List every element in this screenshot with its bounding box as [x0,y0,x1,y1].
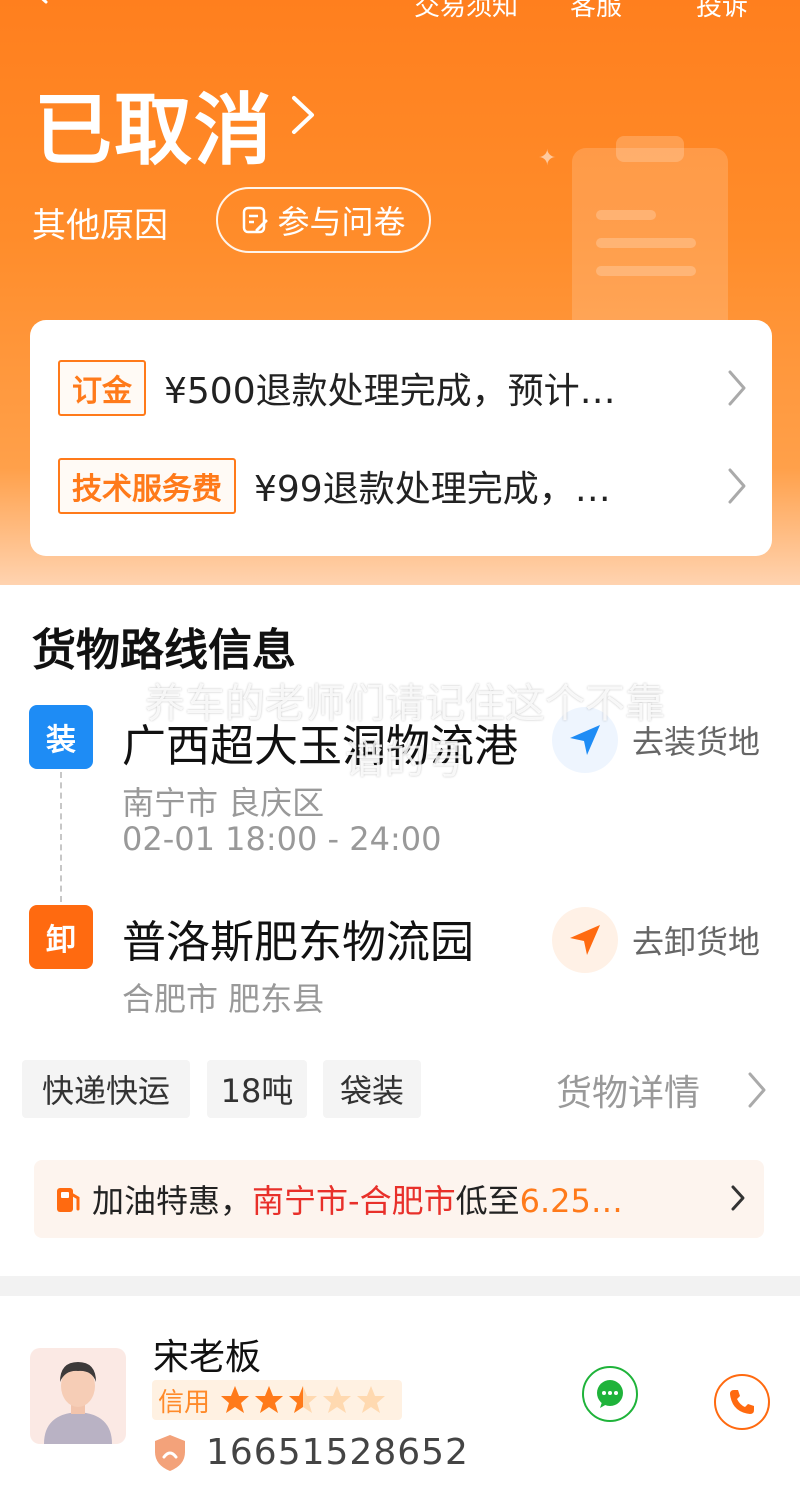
star-icon [255,1386,284,1413]
route-section-title: 货物路线信息 [32,625,296,676]
back-arrow-icon[interactable] [30,0,52,4]
navigate-to-load-button[interactable]: 去装货地 [552,705,772,775]
refund-text: ¥500退款处理完成，预计… [164,371,616,412]
survey-icon [243,206,268,234]
chevron-right-icon [728,370,746,406]
cargo-details-link[interactable]: 货物详情 [556,1064,700,1116]
navigation-icon [552,707,618,773]
star-icon [323,1386,352,1413]
customer-service-link[interactable]: 客服 [570,0,622,23]
survey-label: 参与问卷 [277,203,406,241]
phone-number: 16651528652 [206,1432,469,1473]
complaint-link[interactable]: 投诉 [696,0,748,23]
chevron-right-icon [728,468,746,504]
fuel-promo-banner[interactable]: 加油特惠，南宁市-合肥市低至6.25… [34,1160,764,1238]
navigation-icon [552,907,618,973]
call-button[interactable] [714,1374,770,1430]
route-connector [60,772,62,902]
chat-bubble-icon [597,1380,623,1408]
chevron-right-icon [731,1185,745,1211]
chevron-right-icon[interactable] [746,1070,768,1110]
fuel-promo-prefix: 加油特惠， [92,1182,253,1220]
clipboard-illustration [572,136,728,348]
unload-place-area: 合肥市 肥东县 [122,980,325,1018]
fuel-promo-middle: 低至 [455,1182,520,1220]
cargo-tag-weight: 18吨 [207,1060,307,1118]
top-bar: 交易须知 客服 投诉 [0,0,800,32]
fuel-promo-text: 加油特惠，南宁市-合肥市低至6.25… [92,1176,623,1222]
navigate-to-unload-button[interactable]: 去卸货地 [552,905,772,975]
load-place-area: 南宁市 良庆区 [122,784,325,822]
unload-place-name: 普洛斯肥东物流园 [122,917,474,968]
navigate-to-load-label: 去装货地 [632,723,761,761]
credit-label: 信用 [158,1387,211,1418]
cargo-tag-packaging: 袋装 [323,1060,421,1118]
shield-icon [155,1434,185,1471]
credit-rating: 信用 [152,1380,402,1420]
driver-name: 宋老板 [153,1337,262,1378]
refund-card: 订金 ¥500退款处理完成，预计… 技术服务费 ¥99退款处理完成，… [30,320,772,556]
refund-tag: 技术服务费 [58,458,236,514]
star-icon [221,1386,250,1413]
navigate-to-unload-label: 去卸货地 [632,923,761,961]
load-place-name: 广西超大玉洞物流港 [122,721,518,772]
sparkle-icon: ✦ [538,146,557,171]
refund-text: ¥99退款处理完成，… [254,469,611,510]
cancel-reason: 其他原因 [32,206,168,246]
chevron-right-icon[interactable] [288,92,318,138]
rating-stars [220,1385,386,1415]
star-icon [357,1386,386,1413]
refund-row-deposit[interactable]: 订金 ¥500退款处理完成，预计… [58,360,748,416]
fuel-promo-price: 6.25… [519,1182,623,1220]
cargo-tag-type: 快递快运 [22,1060,190,1118]
load-badge: 装 [29,705,93,769]
order-status-title[interactable]: 已取消 [34,68,274,180]
star-icon [289,1386,318,1413]
survey-button[interactable]: 参与问卷 [216,187,431,253]
driver-phone: 16651528652 [152,1432,469,1473]
fuel-promo-route: 南宁市-合肥市 [252,1182,456,1220]
trade-notice-link[interactable]: 交易须知 [414,0,518,23]
fuel-pump-icon [57,1188,80,1212]
chat-button[interactable] [582,1366,638,1422]
section-divider [0,1276,800,1296]
refund-tag: 订金 [58,360,146,416]
order-status-header: 交易须知 客服 投诉 ✦ 已取消 其他原因 参与问卷 订金 ¥500退款处理完成… [0,0,800,585]
unload-badge: 卸 [29,905,93,969]
load-time-window: 02-01 18:00 - 24:00 [122,820,442,858]
refund-row-service-fee[interactable]: 技术服务费 ¥99退款处理完成，… [58,458,748,514]
phone-icon [730,1390,754,1414]
avatar[interactable] [30,1348,126,1444]
